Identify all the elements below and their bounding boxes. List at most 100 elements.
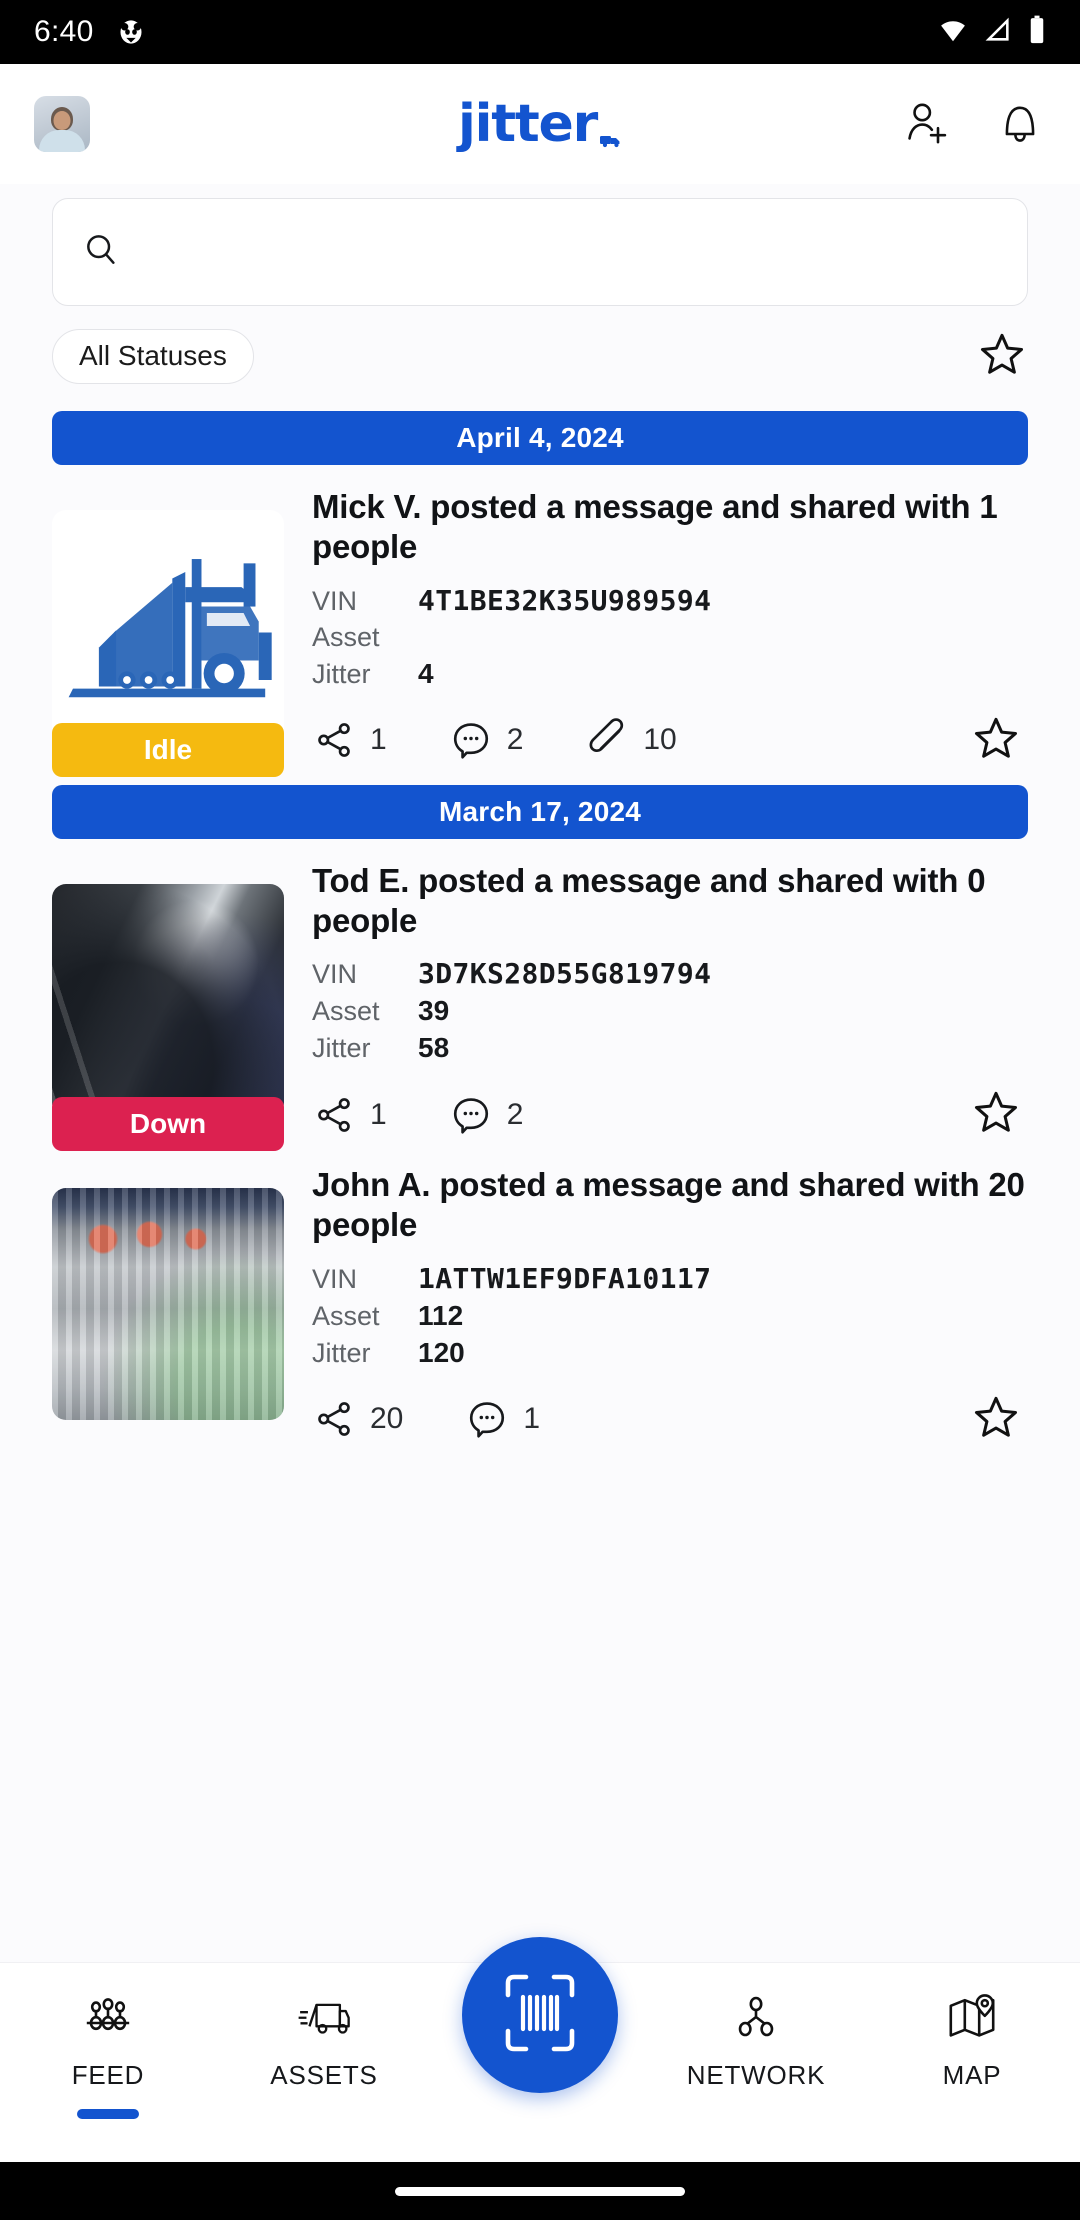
network-nodes-icon (728, 1989, 784, 2050)
add-user-icon[interactable] (902, 98, 954, 150)
header-actions (902, 98, 1046, 150)
post-title: Tod E. posted a message and shared with … (312, 861, 986, 939)
comment-count: 2 (506, 1097, 524, 1131)
post-details: VIN 3D7KS28D55G819794 Asset 39 Jitter 58 (312, 957, 1028, 1064)
comment-action[interactable]: 1 (465, 1397, 540, 1441)
post-media[interactable]: Idle (52, 483, 284, 777)
attachment-action[interactable]: 10 (585, 718, 677, 762)
feed-date-header: April 4, 2024 (52, 411, 1028, 465)
sidebar-item-map[interactable]: MAP (877, 1989, 1067, 2091)
barcode-scan-icon (500, 1969, 580, 2062)
status-bar-time: 6:40 (34, 15, 94, 48)
app-logo: jitter (458, 98, 622, 150)
search-box[interactable] (52, 198, 1028, 306)
wifi-icon (938, 15, 968, 50)
star-outline-icon[interactable] (970, 1391, 1022, 1448)
detail-key: VIN (312, 959, 358, 989)
detail-key: Jitter (312, 1337, 371, 1368)
comment-action[interactable]: 2 (449, 718, 524, 762)
detail-key: VIN (312, 585, 358, 616)
sidebar-item-assets[interactable]: ASSETS (229, 1989, 419, 2091)
status-bar-indicators (938, 15, 1046, 50)
gesture-pill[interactable] (395, 2186, 685, 2196)
detail-row: VIN 3D7KS28D55G819794 (312, 957, 1028, 990)
detail-key: Jitter (312, 1033, 371, 1063)
status-bar: 6:40 (0, 0, 1080, 64)
post-body: John A. posted a message and shared with… (284, 1161, 1028, 1448)
share-count: 20 (370, 1402, 404, 1435)
truck-icon (296, 1989, 352, 2050)
bottom-navigation: FEED ASSETS NETWORK MAP (0, 1937, 1080, 2162)
search-input[interactable] (139, 236, 999, 268)
gesture-bar (0, 2162, 1080, 2220)
exhaust-photo (52, 883, 284, 1116)
star-outline-icon[interactable] (970, 1086, 1022, 1143)
detail-key: Jitter (312, 658, 371, 689)
star-outline-icon[interactable] (970, 712, 1022, 769)
search-icon (81, 230, 121, 275)
post-body: Mick V. posted a message and shared with… (284, 483, 1028, 769)
feed-date-header: March 17, 2024 (52, 784, 1028, 839)
post-actions: 1 2 10 (312, 712, 1028, 769)
detail-value: 58 (418, 1032, 450, 1063)
share-action[interactable]: 1 (312, 718, 387, 762)
status-filter-chip[interactable]: All Statuses (52, 329, 254, 384)
sidebar-item-label: MAP (942, 2060, 1002, 2090)
comment-action[interactable]: 2 (449, 1093, 524, 1137)
sidebar-item-network[interactable]: NETWORK (661, 1989, 851, 2091)
feed-list[interactable]: April 4, 2024 Idle Mick V. posted a messa… (0, 395, 1080, 1962)
detail-value: 120 (418, 1336, 465, 1368)
sidebar-item-label: NETWORK (686, 2060, 826, 2090)
post-details: VIN 4T1BE32K35U989594 Asset Jitter 4 (312, 584, 1028, 690)
post-title: John A. posted a message and shared with… (312, 1166, 1025, 1244)
status-badge: Idle (52, 722, 284, 777)
feed-post-card[interactable]: Idle Mick V. posted a message and shared … (52, 465, 1028, 777)
feed-post-card[interactable]: Down Tod E. posted a message and shared w… (52, 839, 1028, 1151)
panda-notification-icon (116, 17, 146, 47)
post-media[interactable] (52, 1161, 284, 1448)
post-actions: 20 1 (312, 1391, 1028, 1448)
detail-value: 1ATTW1EF9DFA10117 (418, 1261, 712, 1295)
status-badge: Down (52, 1097, 284, 1151)
truck-illustration (52, 509, 284, 742)
detail-row: VIN 1ATTW1EF9DFA10117 (312, 1262, 1028, 1295)
avatar[interactable] (34, 96, 90, 152)
detail-key: VIN (312, 1263, 358, 1294)
detail-row: Jitter 120 (312, 1337, 1028, 1369)
bell-icon[interactable] (994, 98, 1046, 150)
comment-count: 2 (506, 723, 524, 756)
share-action[interactable]: 1 (312, 1093, 387, 1137)
share-count: 1 (370, 1097, 387, 1131)
cell-signal-icon (984, 16, 1012, 49)
detail-key: Asset (312, 1300, 380, 1331)
active-tab-indicator (77, 2109, 139, 2119)
post-title: Mick V. posted a message and shared with… (312, 488, 998, 566)
truck-illustration-svg (68, 558, 272, 698)
filter-row: All Statuses (0, 306, 1080, 395)
post-body: Tod E. posted a message and shared with … (284, 857, 1028, 1144)
barcode-scan-button[interactable] (462, 1937, 618, 2093)
detail-row: VIN 4T1BE32K35U989594 (312, 584, 1028, 617)
battery-full-icon (1028, 15, 1046, 50)
app-logo-text: jitter (457, 94, 598, 154)
detail-row: Asset 112 (312, 1300, 1028, 1332)
detail-value: 3D7KS28D55G819794 (418, 957, 712, 990)
sidebar-item-label: ASSETS (270, 2060, 378, 2090)
detail-value: 39 (418, 995, 450, 1026)
post-media[interactable]: Down (52, 857, 284, 1151)
sidebar-item-feed[interactable]: FEED (13, 1989, 203, 2119)
sidebar-item-label: FEED (71, 2060, 145, 2090)
detail-value: 112 (418, 1299, 464, 1331)
share-action[interactable]: 20 (312, 1397, 403, 1441)
engine-photo (52, 1188, 284, 1421)
detail-row: Asset (312, 622, 1028, 653)
app-screen: 6:40 jitter All Statuses April 4, 2024 I… (0, 0, 1080, 2220)
detail-value: 4T1BE32K35U989594 (418, 583, 712, 617)
detail-value: 4 (418, 657, 434, 689)
feed-post-card[interactable]: John A. posted a message and shared with… (52, 1143, 1028, 1448)
feed-fade-overlay (0, 1732, 1080, 1962)
star-outline-icon[interactable] (976, 328, 1028, 385)
app-header: jitter (0, 64, 1080, 184)
detail-row: Jitter 58 (312, 1032, 1028, 1064)
post-actions: 1 2 (312, 1086, 1028, 1143)
